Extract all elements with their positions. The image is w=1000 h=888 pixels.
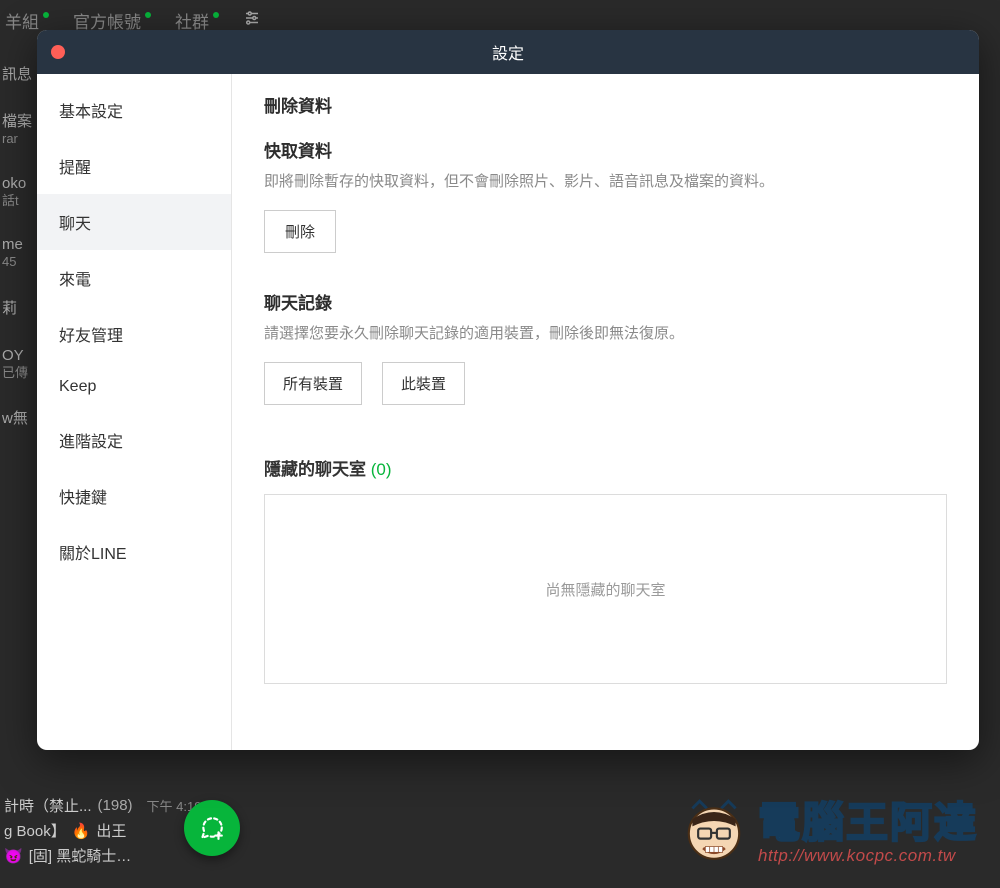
sidebar-item-friends[interactable]: 好友管理 (37, 306, 231, 362)
dialog-title: 設定 (492, 40, 524, 64)
hidden-chats-heading: 隱藏的聊天室 (0) (264, 455, 947, 480)
sidebar-item-basic[interactable]: 基本設定 (37, 82, 231, 138)
all-devices-button[interactable]: 所有裝置 (264, 362, 362, 405)
watermark: 電腦王阿達 http://www.kocpc.com.tw (678, 789, 978, 866)
bg-row: 莉 (0, 284, 36, 333)
sidebar-item-advanced[interactable]: 進階設定 (37, 412, 231, 468)
dialog-header: 設定 (37, 30, 979, 74)
watermark-url: http://www.kocpc.com.tw (758, 846, 956, 866)
sidebar-item-chat[interactable]: 聊天 (37, 194, 231, 250)
chat-history-heading: 聊天記錄 (264, 289, 947, 314)
hidden-chats-empty-label: 尚無隱藏的聊天室 (545, 579, 665, 600)
settings-content: 刪除資料 快取資料 即將刪除暫存的快取資料，但不會刪除照片、影片、語音訊息及檔案… (232, 74, 979, 750)
bg-row: 訊息 (0, 50, 36, 99)
bg-row: OY已傳 (0, 333, 36, 395)
sidebar-item-calls[interactable]: 來電 (37, 250, 231, 306)
delete-data-heading: 刪除資料 (264, 92, 947, 117)
hidden-chats-count: (0) (371, 460, 392, 479)
this-device-button[interactable]: 此裝置 (382, 362, 465, 405)
sidebar-item-notifications[interactable]: 提醒 (37, 138, 231, 194)
bg-row: me45 (0, 222, 36, 284)
watermark-mascot-icon (678, 794, 750, 866)
watermark-title: 電腦王阿達 (758, 789, 978, 850)
close-icon[interactable] (51, 45, 65, 59)
settings-sidebar: 基本設定 提醒 聊天 來電 好友管理 Keep 進階設定 快捷鍵 關於LINE (37, 74, 232, 750)
bg-row: w無 (0, 394, 36, 443)
bg-tab[interactable]: 羊組 (5, 8, 45, 33)
bg-tab[interactable]: 社群 (175, 8, 215, 33)
settings-dialog: 設定 基本設定 提醒 聊天 來電 好友管理 Keep 進階設定 快捷鍵 關於LI… (37, 30, 979, 750)
bg-bottom-chats: 計時（禁止... (198)下午 4:19 g Book】 🔥 出王 😈[固] … (0, 793, 205, 868)
cache-heading: 快取資料 (264, 137, 947, 162)
sidebar-item-about[interactable]: 關於LINE (37, 524, 231, 580)
filter-icon[interactable] (243, 9, 261, 32)
delete-cache-button[interactable]: 刪除 (264, 210, 336, 253)
sidebar-item-keep[interactable]: Keep (37, 362, 231, 412)
cache-description: 即將刪除暫存的快取資料，但不會刪除照片、影片、語音訊息及檔案的資料。 (264, 170, 947, 194)
chat-history-description: 請選擇您要永久刪除聊天記錄的適用裝置，刪除後即無法復原。 (264, 322, 947, 346)
bg-row: oko話t (0, 161, 36, 223)
bg-row: 檔案rar (0, 99, 36, 161)
bg-chat-list: 訊息 檔案rar oko話t me45 莉 OY已傳 w無 (0, 50, 36, 443)
bg-tab[interactable]: 官方帳號 (73, 8, 147, 33)
hidden-chats-box: 尚無隱藏的聊天室 (264, 494, 947, 684)
new-chat-fab[interactable] (184, 800, 240, 856)
sidebar-item-shortcuts[interactable]: 快捷鍵 (37, 468, 231, 524)
